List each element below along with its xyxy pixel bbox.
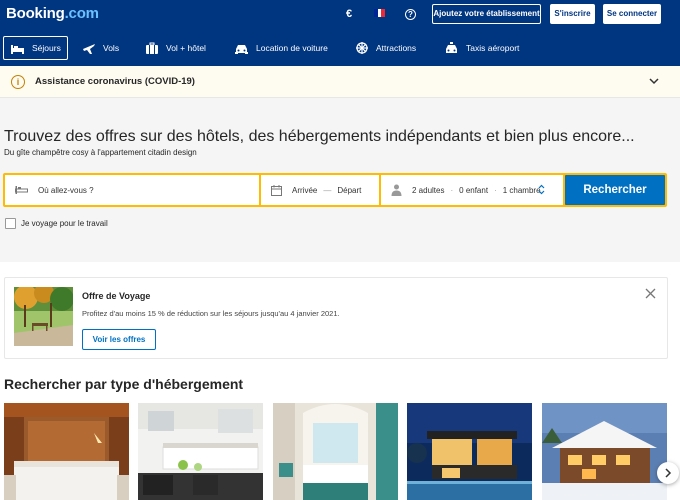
header: Booking.com € ? Ajoutez votre établissem…: [0, 0, 680, 66]
signup-button[interactable]: S'inscrire: [550, 4, 595, 24]
search-button[interactable]: Rechercher: [565, 175, 665, 205]
chevron-updown-icon: [538, 184, 545, 195]
logo-main: Booking: [6, 5, 65, 22]
villa-image: [407, 403, 532, 500]
guests-separator: ·: [494, 185, 497, 195]
login-button[interactable]: Se connecter: [603, 4, 661, 24]
work-trip-checkbox[interactable]: [5, 218, 16, 229]
property-type-card-resorts[interactable]: [273, 403, 398, 500]
resort-room-image: [273, 403, 398, 500]
carousel-next-button[interactable]: [657, 462, 679, 484]
chevron-down-icon[interactable]: [649, 76, 659, 86]
nav-item-attractions[interactable]: Attractions: [355, 36, 416, 60]
destination-placeholder: Où allez-vous ?: [38, 185, 94, 195]
guests-children: 0 enfant: [459, 185, 489, 195]
chevron-right-icon: [665, 468, 672, 478]
plane-icon: [83, 43, 95, 54]
nav-label: Taxis aéroport: [466, 43, 520, 53]
close-icon[interactable]: [645, 288, 656, 299]
guests-rooms: 1 chambre: [502, 185, 541, 195]
hotel-room-image: [4, 403, 129, 500]
attractions-icon: [356, 42, 368, 54]
covid-banner[interactable]: i Assistance coronavirus (COVID-19): [0, 66, 680, 98]
offer-title: Offre de Voyage: [82, 291, 151, 301]
nav-item-taxis-aeroport[interactable]: Taxis aéroport: [444, 36, 519, 60]
nav-label: Location de voiture: [256, 43, 328, 53]
offer-image: [14, 287, 73, 346]
property-type-card-chalets[interactable]: [542, 403, 667, 500]
destination-input[interactable]: Où allez-vous ?: [5, 175, 259, 205]
checkout-label: Départ: [337, 185, 362, 195]
car-icon: [235, 44, 248, 54]
date-separator: —: [323, 185, 332, 195]
calendar-icon: [271, 184, 282, 196]
nav-label: Vols: [103, 43, 120, 53]
taxi-icon: [446, 41, 457, 53]
logo-suffix: .com: [64, 5, 99, 22]
search-bar: Où allez-vous ? Arrivée — Départ 2 adult…: [3, 173, 667, 207]
help-icon[interactable]: ?: [405, 9, 416, 20]
date-picker[interactable]: Arrivée — Départ: [261, 175, 379, 205]
see-offers-button[interactable]: Voir les offres: [82, 329, 156, 350]
guests-selector[interactable]: 2 adultes · 0 enfant · 1 chambre: [381, 175, 563, 205]
hero-section: Trouvez des offres sur des hôtels, des h…: [0, 98, 680, 262]
property-type-card-hotels[interactable]: [4, 403, 129, 500]
currency-selector[interactable]: €: [346, 8, 352, 20]
offer-description: Profitez d'au moins 15 % de réduction su…: [82, 309, 340, 318]
property-type-card-apartments[interactable]: [138, 403, 263, 500]
add-property-button[interactable]: Ajoutez votre établissement: [432, 4, 541, 24]
bed-icon: [11, 44, 24, 54]
nav-item-sejours[interactable]: Séjours: [3, 36, 68, 60]
nav-label: Séjours: [32, 43, 61, 53]
bed-icon: [15, 186, 28, 194]
nav-item-vols[interactable]: Vols: [82, 36, 119, 60]
nav-item-vol-hotel[interactable]: Vol + hôtel: [145, 36, 206, 60]
person-icon: [391, 184, 402, 196]
page-subtitle: Du gîte champêtre cosy à l'appartement c…: [4, 148, 197, 157]
language-flag-icon[interactable]: [374, 9, 386, 17]
nav-item-location-voiture[interactable]: Location de voiture: [234, 36, 328, 60]
booking-logo[interactable]: Booking.com: [6, 5, 99, 22]
property-types-title: Rechercher par type d'hébergement: [4, 376, 244, 392]
page-title: Trouvez des offres sur des hôtels, des h…: [4, 128, 635, 145]
chalet-image: [542, 403, 667, 500]
guests-adults: 2 adultes: [412, 185, 445, 195]
info-icon: i: [11, 75, 25, 89]
checkin-label: Arrivée: [292, 185, 318, 195]
nav-label: Attractions: [376, 43, 417, 53]
suitcase-icon: [146, 42, 158, 54]
work-trip-label: Je voyage pour le travail: [21, 219, 108, 228]
nav-label: Vol + hôtel: [166, 43, 206, 53]
covid-banner-text: Assistance coronavirus (COVID-19): [35, 76, 195, 87]
apartment-image: [138, 403, 263, 500]
property-type-card-villas[interactable]: [407, 403, 532, 500]
guests-separator: ·: [450, 185, 454, 195]
offer-card: Offre de Voyage Profitez d'au moins 15 %…: [4, 277, 668, 359]
